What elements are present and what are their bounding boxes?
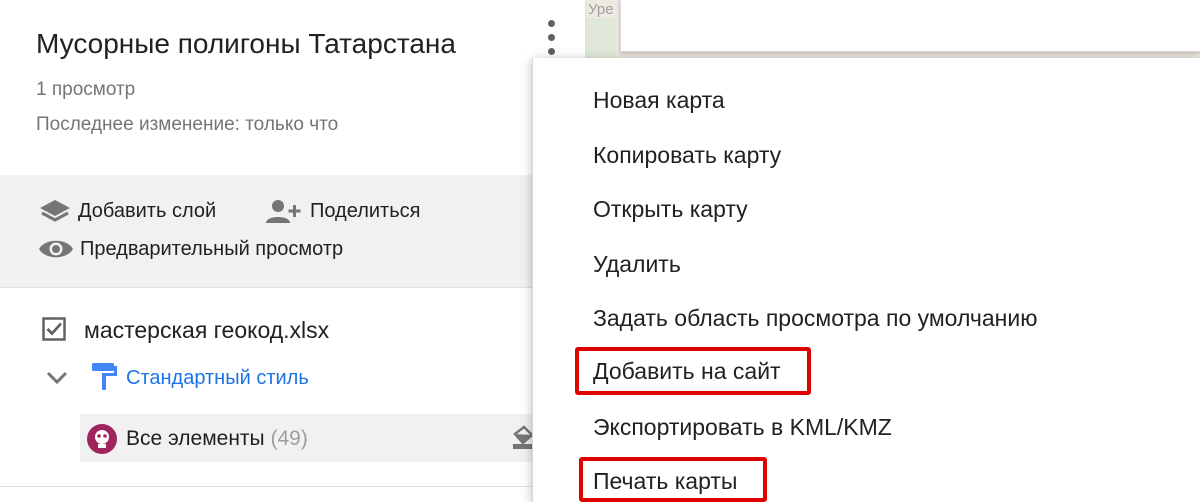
map-title[interactable]: Мусорные полигоны Татарстана xyxy=(36,26,456,62)
divider xyxy=(0,486,586,487)
add-layer-button[interactable]: Добавить слой xyxy=(38,197,216,225)
checkbox-checked-icon xyxy=(42,317,66,341)
add-layer-label: Добавить слой xyxy=(78,200,217,222)
layer-name[interactable]: мастерская геокод.xlsx xyxy=(84,315,329,345)
more-options-button[interactable] xyxy=(540,18,564,58)
all-items-text: Все элементы xyxy=(126,427,265,450)
divider xyxy=(0,287,586,288)
menu-item-set-default-view[interactable]: Задать область просмотра по умолчанию xyxy=(593,303,1037,333)
map-options-menu: Новая карта Копировать карту Открыть кар… xyxy=(532,58,1200,502)
layer-marker-avatar xyxy=(87,424,117,454)
style-link[interactable]: Стандартный стиль xyxy=(126,365,309,391)
more-vert-icon-dot xyxy=(548,48,555,55)
paint-roller-icon xyxy=(90,361,118,391)
share-button[interactable]: Поделиться xyxy=(264,197,420,225)
paint-bucket-icon[interactable] xyxy=(512,424,534,450)
map-search-box[interactable] xyxy=(620,0,1200,52)
map-legend-panel: Мусорные полигоны Татарстана 1 просмотр … xyxy=(0,0,586,502)
layer-actions-toolbar xyxy=(0,175,586,287)
menu-item-delete[interactable]: Удалить xyxy=(593,249,681,279)
expand-layer-button[interactable] xyxy=(44,364,70,390)
layer-visibility-checkbox[interactable] xyxy=(42,317,66,341)
more-vert-icon-dot xyxy=(548,34,555,41)
menu-item-new-map[interactable]: Новая карта xyxy=(593,85,725,115)
all-items-label: Все элементы (49) xyxy=(126,425,308,453)
view-count: 1 просмотр xyxy=(36,79,136,100)
preview-label: Предварительный просмотр xyxy=(80,238,344,260)
eye-icon xyxy=(38,236,74,262)
preview-button[interactable]: Предварительный просмотр xyxy=(38,236,343,262)
menu-item-open-map[interactable]: Открыть карту xyxy=(593,194,748,224)
menu-item-copy-map[interactable]: Копировать карту xyxy=(593,140,781,170)
menu-item-embed[interactable]: Добавить на сайт xyxy=(593,356,781,386)
more-vert-icon xyxy=(548,20,555,27)
menu-item-export-kml[interactable]: Экспортировать в KML/KMZ xyxy=(593,412,892,442)
chevron-down-icon xyxy=(46,371,68,385)
layers-icon xyxy=(38,197,72,225)
last-modified: Последнее изменение: только что xyxy=(36,114,339,135)
map-street-label: Уре xyxy=(588,1,614,18)
share-label: Поделиться xyxy=(310,200,421,222)
map-green-area xyxy=(586,18,616,58)
person-add-icon xyxy=(264,197,304,225)
menu-item-print[interactable]: Печать карты xyxy=(593,466,737,496)
all-items-count: (49) xyxy=(270,427,308,450)
